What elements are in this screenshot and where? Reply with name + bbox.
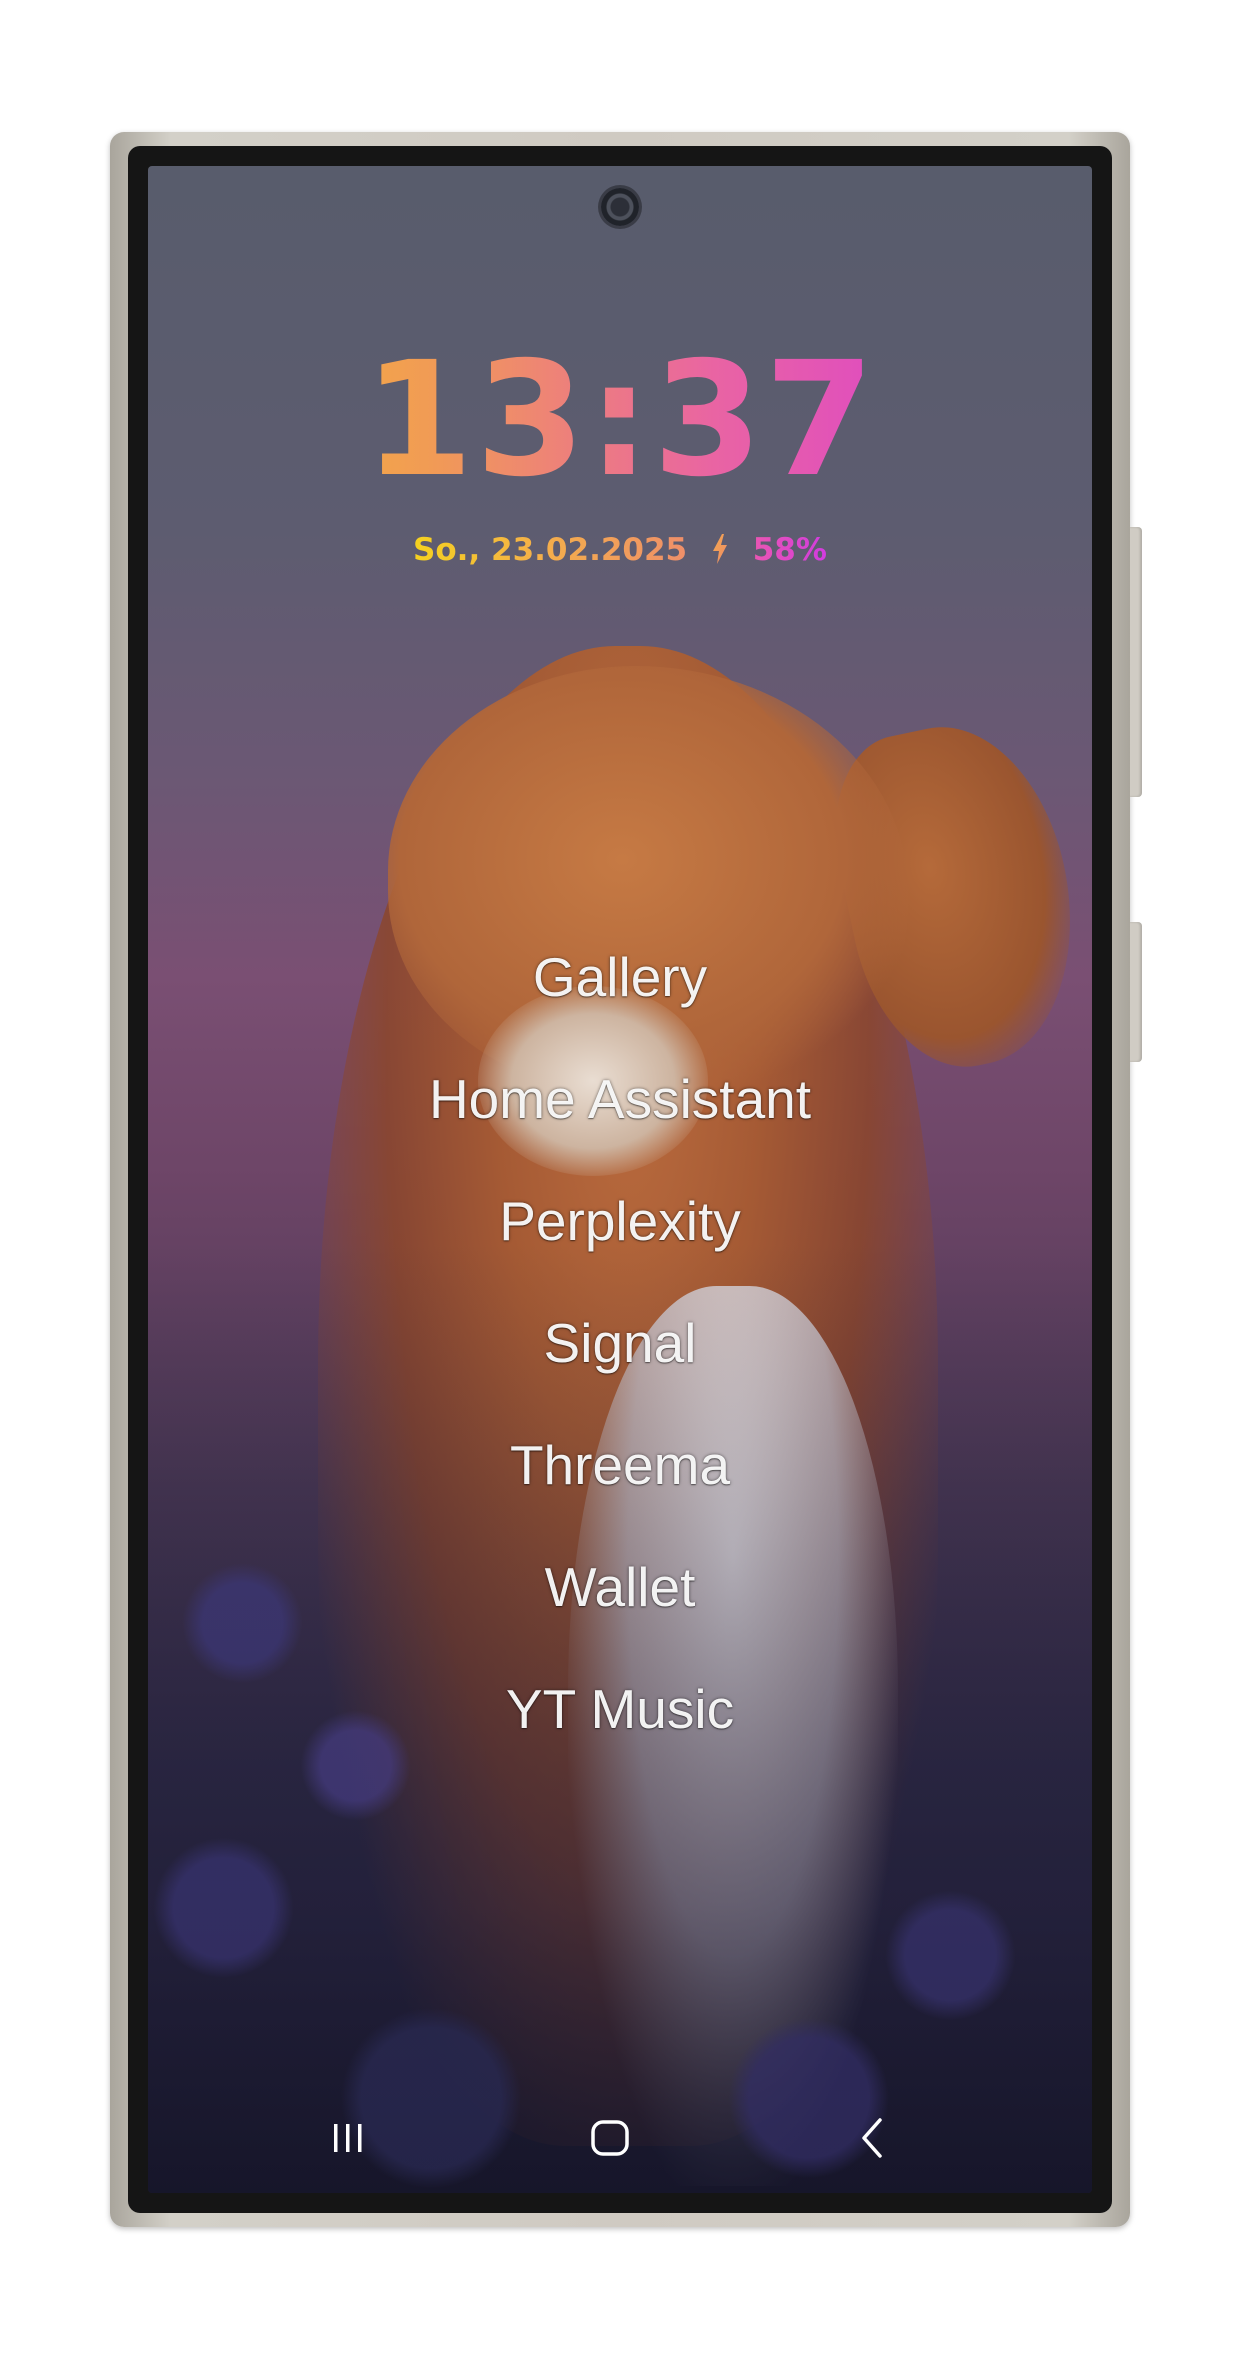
phone-frame: 13:37 So., 23.02.2025 58% Gallery Home A… [110,132,1142,2227]
list-item: Signal [148,1282,1092,1404]
app-yt-music[interactable]: YT Music [506,1678,734,1740]
date-text: So., 23.02.2025 [413,532,688,568]
back-icon [862,2118,882,2158]
app-launcher-list: Gallery Home Assistant Perplexity Signal… [148,916,1092,1770]
recents-icon [334,2124,362,2152]
phone-bezel: 13:37 So., 23.02.2025 58% Gallery Home A… [128,146,1112,2213]
home-icon [591,2120,629,2156]
list-item: Home Assistant [148,1038,1092,1160]
navigation-bar [148,2083,1092,2193]
app-signal[interactable]: Signal [544,1312,697,1374]
list-item: Gallery [148,916,1092,1038]
app-wallet[interactable]: Wallet [545,1556,696,1618]
screen: 13:37 So., 23.02.2025 58% Gallery Home A… [148,166,1092,2193]
app-threema[interactable]: Threema [510,1434,730,1496]
clock-time: 13:37 [148,341,1092,499]
recents-button[interactable] [308,2103,388,2173]
app-perplexity[interactable]: Perplexity [499,1190,740,1252]
list-item: YT Music [148,1648,1092,1770]
home-button[interactable] [570,2103,650,2173]
battery-percent: 58% [752,532,827,568]
app-gallery[interactable]: Gallery [533,946,707,1008]
date-battery-line: So., 23.02.2025 58% [148,534,1092,566]
volume-button [1130,922,1142,1062]
lightning-bolt-icon [712,534,727,564]
list-item: Wallet [148,1526,1092,1648]
front-camera [601,188,639,226]
back-button[interactable] [832,2103,912,2173]
list-item: Perplexity [148,1160,1092,1282]
app-home-assistant[interactable]: Home Assistant [429,1068,811,1130]
power-button [1130,527,1142,797]
list-item: Threema [148,1404,1092,1526]
